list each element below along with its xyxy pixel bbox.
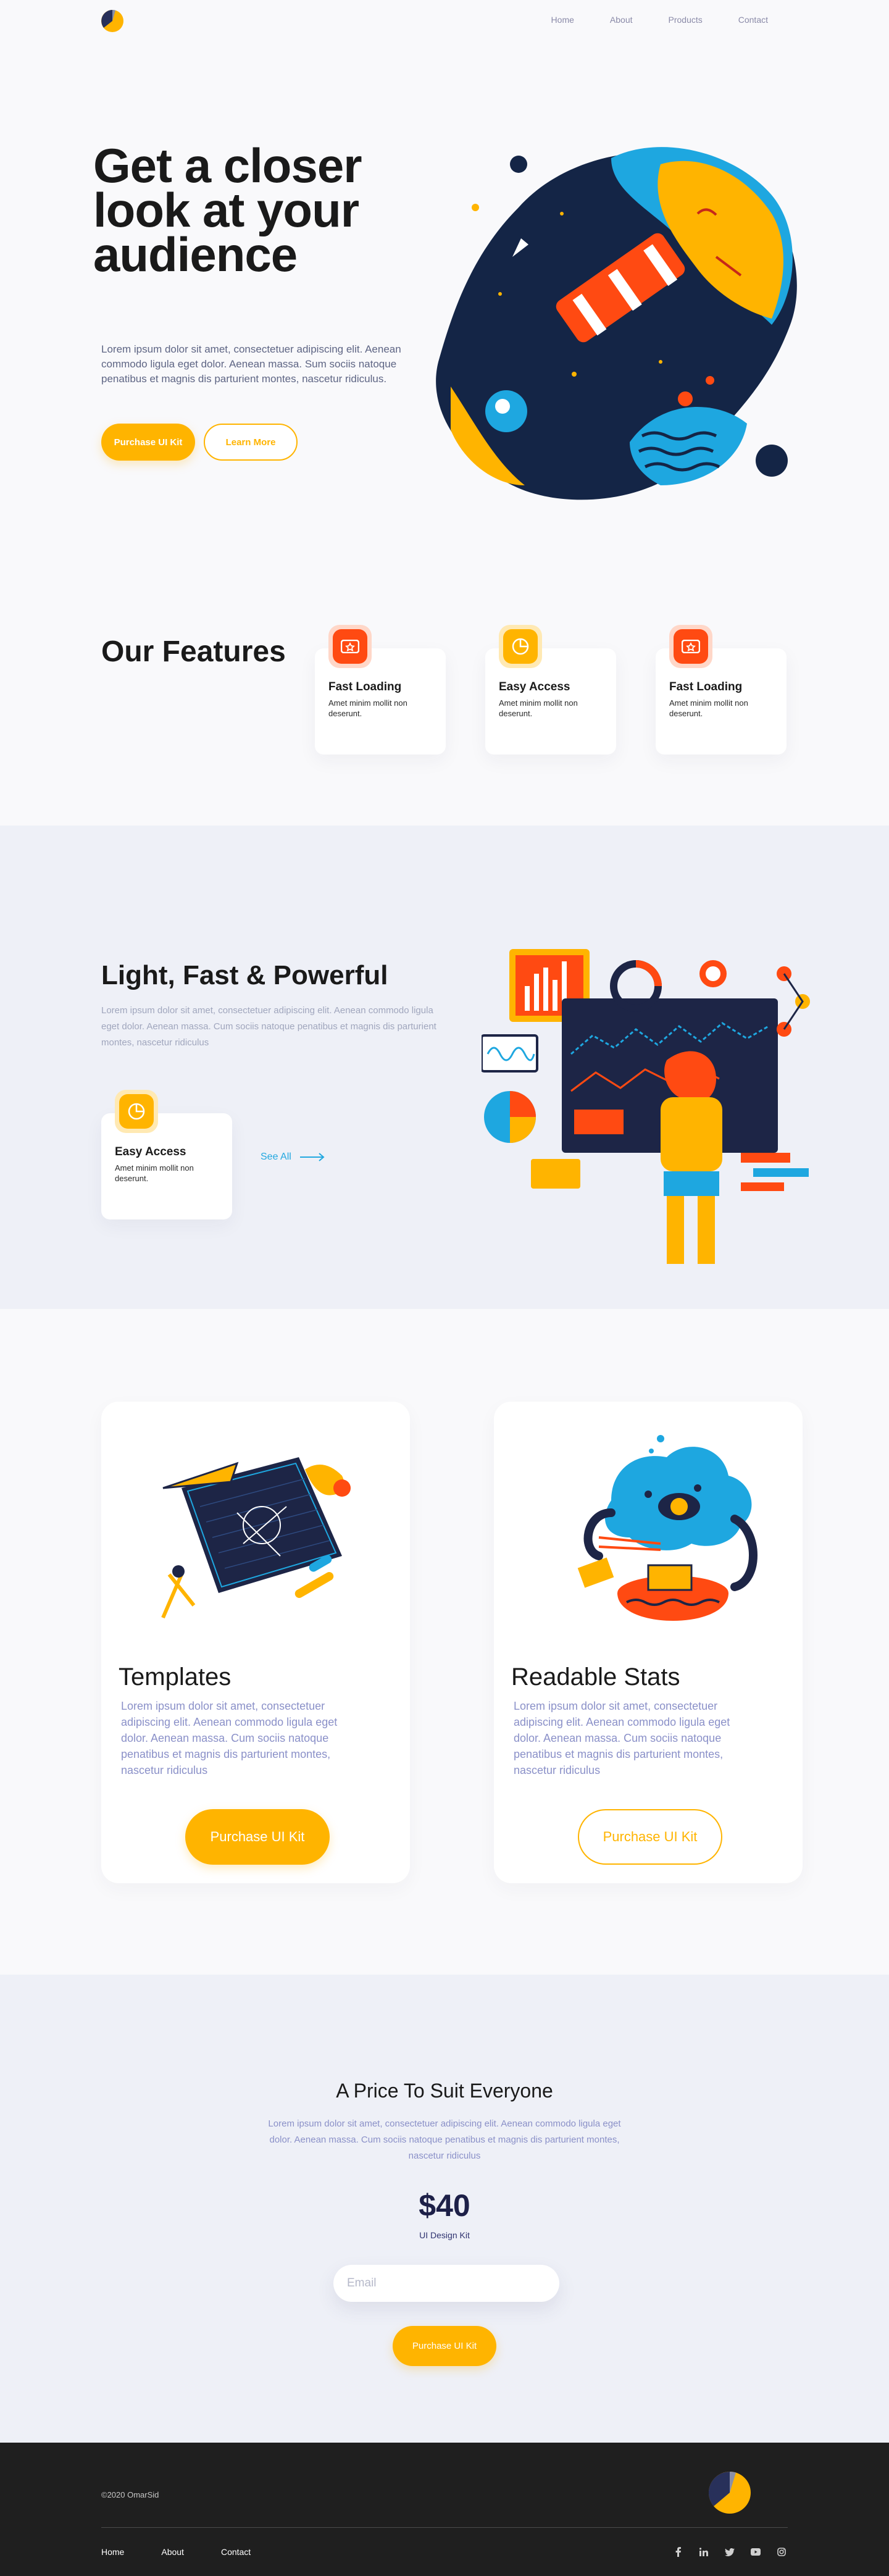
learn-more-button[interactable]: Learn More [204, 424, 298, 461]
footer-divider [101, 2527, 788, 2528]
purchase-button[interactable]: Purchase UI Kit [185, 1809, 330, 1865]
twitter-icon[interactable] [724, 2546, 736, 2558]
card-text: Lorem ipsum dolor sit amet, consectetuer… [121, 1700, 338, 1776]
hero-section: Get a closer look at your audience Lorem… [0, 41, 889, 500]
readable-stats-card: Readable Stats Lorem ipsum dolor sit ame… [494, 1402, 803, 1883]
feature-card-easy-access[interactable]: Easy Access Amet minim mollit non deseru… [101, 1090, 232, 1219]
footer-contact-link[interactable]: Contact [221, 2547, 251, 2557]
feature-text: Amet minim mollit non deserunt. [328, 698, 407, 718]
see-all-link[interactable]: See All [261, 1152, 325, 1163]
feature-title: Fast Loading [669, 680, 743, 693]
analytics-person-illustration [482, 949, 810, 1264]
feature-text: Amet minim mollit non deserunt. [669, 698, 748, 718]
telescope-illustration [436, 147, 797, 500]
light-title: Light, Fast & Powerful [101, 960, 388, 990]
footer: ©2020 OmarSid Home About Contact [0, 2443, 889, 2576]
instagram-icon[interactable] [775, 2546, 788, 2558]
footer-about-link[interactable]: About [161, 2547, 184, 2557]
youtube-icon[interactable] [749, 2546, 762, 2558]
feature-text: Amet minim mollit non deserunt. [115, 1163, 194, 1183]
feature-title: Fast Loading [328, 680, 402, 693]
feature-text: Amet minim mollit non deserunt. [499, 698, 578, 718]
card-title: Readable Stats [511, 1663, 680, 1691]
light-text: Lorem ipsum dolor sit amet, consectetuer… [101, 1005, 436, 1048]
food-cloud-illustration [577, 1435, 758, 1621]
brand-logo[interactable] [100, 9, 125, 33]
purchase-button-outline[interactable]: Purchase UI Kit [578, 1809, 722, 1865]
pricing-section: A Price To Suit Everyone Lorem ipsum dol… [0, 1975, 889, 2443]
card-title: Templates [119, 1663, 232, 1691]
pie-chart-icon [115, 1090, 158, 1133]
nav-contact-link[interactable]: Contact [738, 15, 768, 25]
blueprint-illustration [161, 1457, 351, 1619]
nav-home-link[interactable]: Home [551, 15, 574, 25]
nav-about-link[interactable]: About [610, 15, 633, 25]
feature-title: Easy Access [115, 1145, 186, 1158]
pricing-text: Lorem ipsum dolor sit amet, consectetuer… [268, 2118, 621, 2161]
product-cards-section: Templates Lorem ipsum dolor sit amet, co… [0, 1309, 889, 1975]
linkedin-icon[interactable] [698, 2546, 710, 2558]
ticket-icon [669, 625, 712, 668]
nav-products-link[interactable]: Products [669, 15, 703, 25]
pie-chart-icon [499, 625, 542, 668]
feature-title: Easy Access [499, 680, 570, 693]
price-value: $40 [419, 2188, 470, 2223]
feature-card-fast-loading-2[interactable]: Fast Loading Amet minim mollit non deser… [656, 625, 787, 755]
light-fast-section: Light, Fast & Powerful Lorem ipsum dolor… [0, 826, 889, 1309]
purchase-button[interactable]: Purchase UI Kit [101, 424, 195, 461]
ticket-icon [328, 625, 372, 668]
footer-home-link[interactable]: Home [101, 2547, 124, 2557]
purchase-button[interactable]: Purchase UI Kit [393, 2326, 496, 2366]
copyright-text: ©2020 OmarSid [101, 2490, 159, 2499]
email-field[interactable] [333, 2265, 559, 2302]
hero-text: Lorem ipsum dolor sit amet, consectetuer… [101, 343, 401, 385]
card-text: Lorem ipsum dolor sit amet, consectetuer… [514, 1700, 730, 1776]
brand-logo[interactable] [707, 2470, 752, 2515]
top-navbar: Home About Products Contact [0, 0, 889, 41]
facebook-icon[interactable] [672, 2546, 684, 2558]
footer-links: Home About Contact [101, 2547, 288, 2557]
features-section: Our Features Fast Loading Amet minim mol… [0, 491, 889, 826]
feature-card-easy-access[interactable]: Easy Access Amet minim mollit non deseru… [485, 625, 616, 755]
plan-name: UI Design Kit [419, 2230, 470, 2240]
templates-card: Templates Lorem ipsum dolor sit amet, co… [101, 1402, 410, 1883]
features-title: Our Features [101, 635, 286, 668]
nav-links: Home About Products Contact [551, 15, 768, 25]
pricing-title: A Price To Suit Everyone [336, 2080, 553, 2102]
feature-card-fast-loading[interactable]: Fast Loading Amet minim mollit non deser… [315, 625, 446, 755]
hero-title: Get a closer look at your audience [93, 138, 362, 282]
social-links [672, 2546, 788, 2558]
arrow-right-icon [299, 1153, 325, 1161]
see-all-label: See All [261, 1152, 291, 1162]
